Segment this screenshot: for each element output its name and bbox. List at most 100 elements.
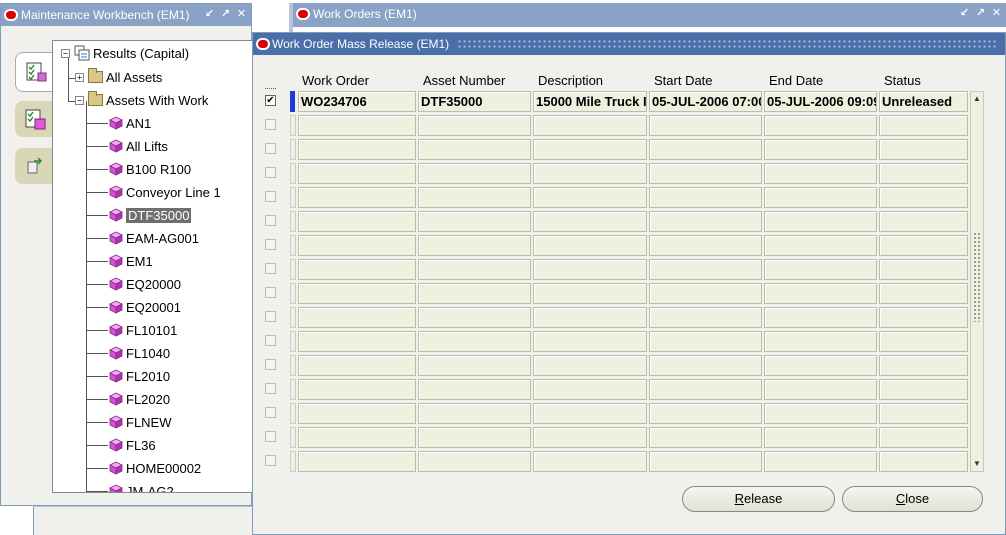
tree-asset-node[interactable]: EQ20000 [109,274,181,294]
cell-status[interactable] [879,283,968,304]
cell-asset-number[interactable] [418,259,531,280]
row-indicator[interactable] [290,379,296,400]
tree-group-all-assets[interactable]: + All Assets [75,67,162,87]
row-indicator[interactable] [290,259,296,280]
cell-work-order[interactable] [298,187,416,208]
tree-asset-node[interactable]: All Lifts [109,136,168,156]
cell-description[interactable] [533,211,647,232]
scroll-down-icon[interactable]: ▼ [971,457,983,471]
cell-description[interactable] [533,355,647,376]
row-select-checkbox[interactable] [265,407,276,418]
minimize-icon[interactable]: ↙ [203,7,216,21]
cell-start-date[interactable] [649,451,762,472]
cell-work-order[interactable] [298,307,416,328]
maintenance-workbench-titlebar[interactable]: Maintenance Workbench (EM1) ↙ ↗ ✕ [1,4,251,26]
cell-status[interactable] [879,163,968,184]
cell-end-date[interactable] [764,307,877,328]
cell-description[interactable] [533,115,647,136]
row-indicator[interactable] [290,211,296,232]
collapse-icon[interactable]: − [75,95,84,105]
row-indicator[interactable] [290,163,296,184]
cell-description[interactable] [533,403,647,424]
cell-description[interactable]: 15000 Mile Truck I [533,91,647,112]
cell-end-date[interactable] [764,211,877,232]
cell-asset-number[interactable] [418,211,531,232]
cell-status[interactable] [879,451,968,472]
cell-description[interactable] [533,187,647,208]
cell-status[interactable]: Unreleased [879,91,968,112]
cell-end-date[interactable] [764,187,877,208]
cell-start-date[interactable] [649,307,762,328]
row-indicator[interactable] [290,331,296,352]
tree-asset-node[interactable]: EM1 [109,251,153,271]
row-select-checkbox[interactable] [265,239,276,250]
cell-end-date[interactable] [764,163,877,184]
row-indicator[interactable] [290,355,296,376]
release-button[interactable]: Release [682,486,835,512]
vertical-scrollbar[interactable]: ▲ ▼ [970,91,984,472]
tree-asset-node[interactable]: EAM-AG001 [109,228,199,248]
cell-status[interactable] [879,187,968,208]
row-select-checkbox[interactable] [265,311,276,322]
cell-end-date[interactable] [764,379,877,400]
close-icon[interactable]: ✕ [990,6,1003,20]
tree-asset-node[interactable]: FL1040 [109,343,170,363]
cell-status[interactable] [879,427,968,448]
cell-asset-number[interactable] [418,139,531,160]
row-select-checkbox[interactable] [265,335,276,346]
cell-end-date[interactable] [764,259,877,280]
cell-start-date[interactable] [649,379,762,400]
cell-start-date[interactable] [649,427,762,448]
collapse-icon[interactable]: − [61,48,70,58]
cell-asset-number[interactable] [418,451,531,472]
cell-description[interactable] [533,259,647,280]
tree-root[interactable]: − Results (Capital) [61,43,189,63]
row-select-checkbox[interactable] [265,167,276,178]
row-indicator[interactable] [290,403,296,424]
cell-work-order[interactable] [298,283,416,304]
cell-description[interactable] [533,427,647,448]
tree-asset-node[interactable]: JM-AG2 [109,481,174,492]
row-indicator[interactable] [290,187,296,208]
row-select-checkbox[interactable] [265,383,276,394]
cell-work-order[interactable] [298,331,416,352]
cell-start-date[interactable] [649,331,762,352]
cell-status[interactable] [879,331,968,352]
cell-end-date[interactable] [764,331,877,352]
tree-asset-node[interactable]: FL10101 [109,320,177,340]
expand-icon[interactable]: + [75,72,84,82]
close-button[interactable]: Close [842,486,983,512]
cell-asset-number[interactable] [418,283,531,304]
cell-description[interactable] [533,163,647,184]
cell-asset-number[interactable] [418,235,531,256]
minimize-icon[interactable]: ↙ [958,6,971,20]
tree-asset-node[interactable]: FL2010 [109,366,170,386]
tree-asset-node[interactable]: FLNEW [109,412,172,432]
row-indicator[interactable] [290,115,296,136]
cell-end-date[interactable] [764,283,877,304]
tab-assets[interactable] [15,101,55,137]
row-indicator[interactable] [290,427,296,448]
cell-end-date[interactable] [764,427,877,448]
close-icon[interactable]: ✕ [235,7,248,21]
cell-asset-number[interactable] [418,331,531,352]
cell-work-order[interactable] [298,427,416,448]
asset-tree[interactable]: − Results (Capital) + All Assets − Asset… [52,40,255,493]
row-indicator[interactable] [290,283,296,304]
cell-status[interactable] [879,307,968,328]
cell-asset-number[interactable] [418,427,531,448]
cell-end-date[interactable] [764,235,877,256]
cell-status[interactable] [879,355,968,376]
cell-description[interactable] [533,331,647,352]
cell-status[interactable] [879,235,968,256]
cell-end-date[interactable] [764,139,877,160]
scroll-grip[interactable] [973,232,981,322]
cell-asset-number[interactable] [418,187,531,208]
mass-release-titlebar[interactable]: Work Order Mass Release (EM1) [253,33,1005,55]
cell-status[interactable] [879,139,968,160]
cell-work-order[interactable] [298,451,416,472]
cell-work-order[interactable] [298,259,416,280]
cell-description[interactable] [533,235,647,256]
cell-work-order[interactable] [298,403,416,424]
tree-asset-node[interactable]: Conveyor Line 1 [109,182,221,202]
